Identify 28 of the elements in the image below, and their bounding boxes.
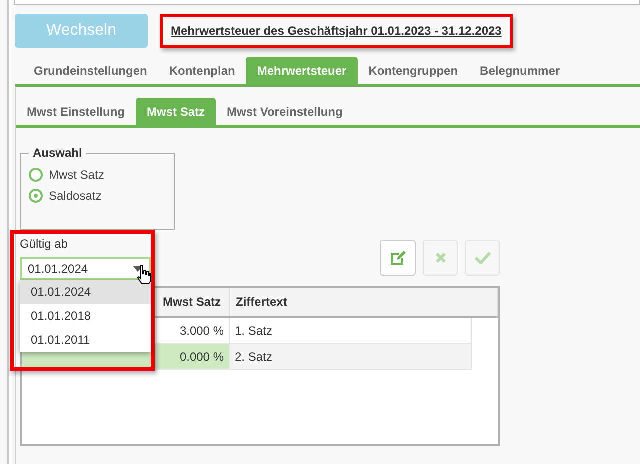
table-cell: 2. Satz [230, 344, 472, 369]
subtab[interactable]: Mwst Voreinstellung [216, 98, 354, 125]
group-title: Auswahl [32, 146, 84, 160]
close-icon [434, 252, 446, 264]
tab[interactable]: Kontengruppen [358, 57, 470, 84]
field-label: Gültig ab [20, 237, 70, 251]
radio-button[interactable] [29, 168, 43, 182]
dropdown-option[interactable]: 01.01.2018 [20, 304, 151, 328]
dropdown-option[interactable]: 01.01.2024 [20, 280, 151, 304]
dropdown-option[interactable]: 01.01.2011 [20, 328, 151, 352]
table-cell: 0.000 % [157, 344, 230, 369]
table-cell: 1. Satz [230, 318, 472, 343]
column-header: Mwst Satz [157, 288, 230, 316]
tab[interactable]: Belegnummer [469, 57, 572, 84]
subtab[interactable]: Mwst Einstellung [16, 98, 136, 125]
radio-label: Mwst Satz [49, 168, 104, 182]
hand-cursor-icon [136, 265, 152, 285]
column-header: Ziffertext [230, 288, 498, 316]
edit-button[interactable] [380, 240, 416, 276]
check-icon [474, 252, 490, 264]
date-select[interactable]: 01.01.2024 [20, 257, 151, 280]
fiscal-year-link[interactable]: Mehrwertsteuer des Geschäftsjahr 01.01.2023 - 31.12.2023 [171, 24, 502, 38]
radio-button[interactable] [29, 188, 43, 202]
table-cell: 3.000 % [157, 318, 230, 343]
tab[interactable]: Grundeinstellungen [23, 57, 158, 84]
tab[interactable]: Kontenplan [158, 57, 246, 84]
radio-label: Saldosatz [49, 188, 102, 202]
edit-icon [389, 249, 407, 267]
